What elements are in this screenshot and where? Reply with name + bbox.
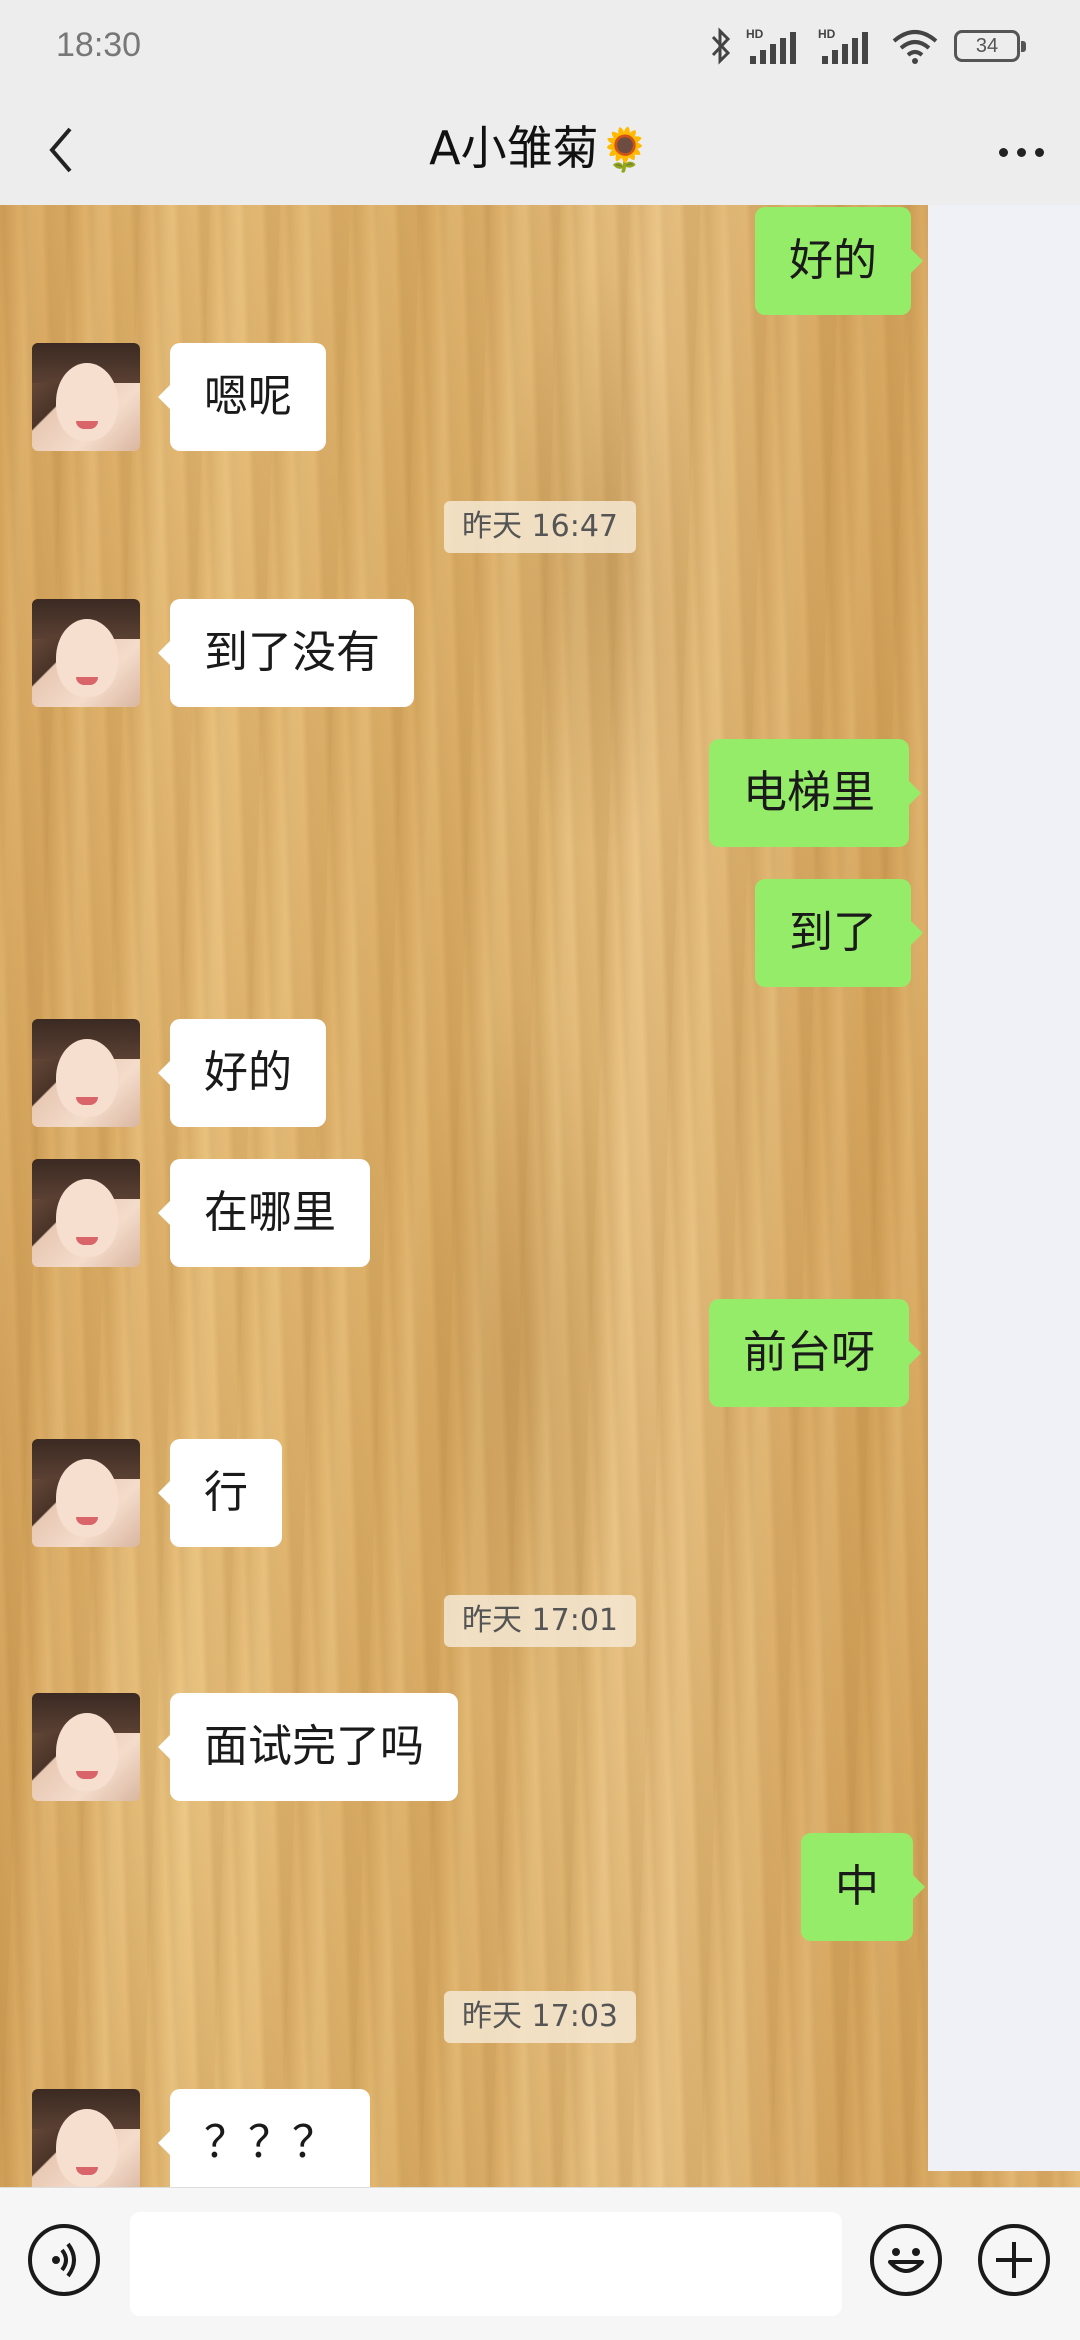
battery-icon: 34: [954, 30, 1026, 62]
avatar[interactable]: [32, 2089, 140, 2187]
hd-signal-icon: HD: [818, 27, 868, 64]
avatar[interactable]: [32, 1159, 140, 1267]
avatar[interactable]: [32, 599, 140, 707]
bluetooth-icon: [711, 27, 731, 65]
status-bar: 18:30 HD HD 34: [0, 0, 1080, 95]
avatar[interactable]: [32, 343, 140, 451]
hd-signal-icon: HD: [746, 27, 796, 64]
message-timestamp: 昨天 17:03: [444, 1991, 636, 2043]
plus-icon: [996, 2242, 1032, 2278]
svg-text:HD: HD: [818, 27, 836, 41]
outgoing-message[interactable]: 前台呀: [709, 1299, 921, 1407]
outgoing-message[interactable]: 电梯里: [709, 739, 921, 847]
chat-area[interactable]: 好的 嗯呢 昨天 16:47 到了没有 电梯里 到了 好的 在哪里 前台呀 行 …: [0, 205, 1080, 2187]
input-bar: [0, 2187, 1080, 2340]
side-panel: [928, 205, 1080, 2171]
avatar[interactable]: [32, 1439, 140, 1547]
incoming-message[interactable]: 到了没有: [158, 599, 414, 707]
plus-button[interactable]: [978, 2224, 1050, 2296]
smiley-icon: [888, 2248, 924, 2273]
status-time: 18:30: [56, 26, 142, 64]
wifi-icon: [892, 30, 938, 64]
status-icons: HD HD 34: [710, 24, 1026, 68]
page-title: A小雏菊🌻: [0, 113, 1080, 185]
voice-button[interactable]: [28, 2224, 100, 2296]
incoming-message[interactable]: 行: [158, 1439, 282, 1547]
avatar[interactable]: [32, 1019, 140, 1127]
more-button[interactable]: [988, 119, 1054, 185]
message-input[interactable]: [130, 2212, 842, 2316]
svg-text:HD: HD: [746, 27, 764, 41]
sunflower-icon: 🌻: [598, 125, 651, 174]
emoji-button[interactable]: [870, 2224, 942, 2296]
message-timestamp: 昨天 17:01: [444, 1595, 636, 1647]
contact-name: A小雏菊: [429, 121, 599, 175]
outgoing-message[interactable]: 到了: [755, 879, 923, 987]
battery-level: 34: [975, 34, 999, 57]
outgoing-message[interactable]: 中: [801, 1833, 925, 1941]
incoming-message[interactable]: 好的: [158, 1019, 326, 1127]
incoming-message[interactable]: 在哪里: [158, 1159, 370, 1267]
voice-icon: [52, 2242, 76, 2278]
incoming-message[interactable]: ？？？: [158, 2089, 370, 2187]
more-dot: [998, 147, 1008, 157]
title-bar: A小雏菊🌻: [0, 95, 1080, 205]
message-timestamp: 昨天 16:47: [444, 501, 636, 553]
more-dot: [1016, 147, 1026, 157]
more-dot: [1034, 147, 1044, 157]
avatar[interactable]: [32, 1693, 140, 1801]
outgoing-message[interactable]: 好的: [755, 207, 923, 315]
incoming-message[interactable]: 嗯呢: [158, 343, 326, 451]
incoming-message[interactable]: 面试完了吗: [158, 1693, 458, 1801]
